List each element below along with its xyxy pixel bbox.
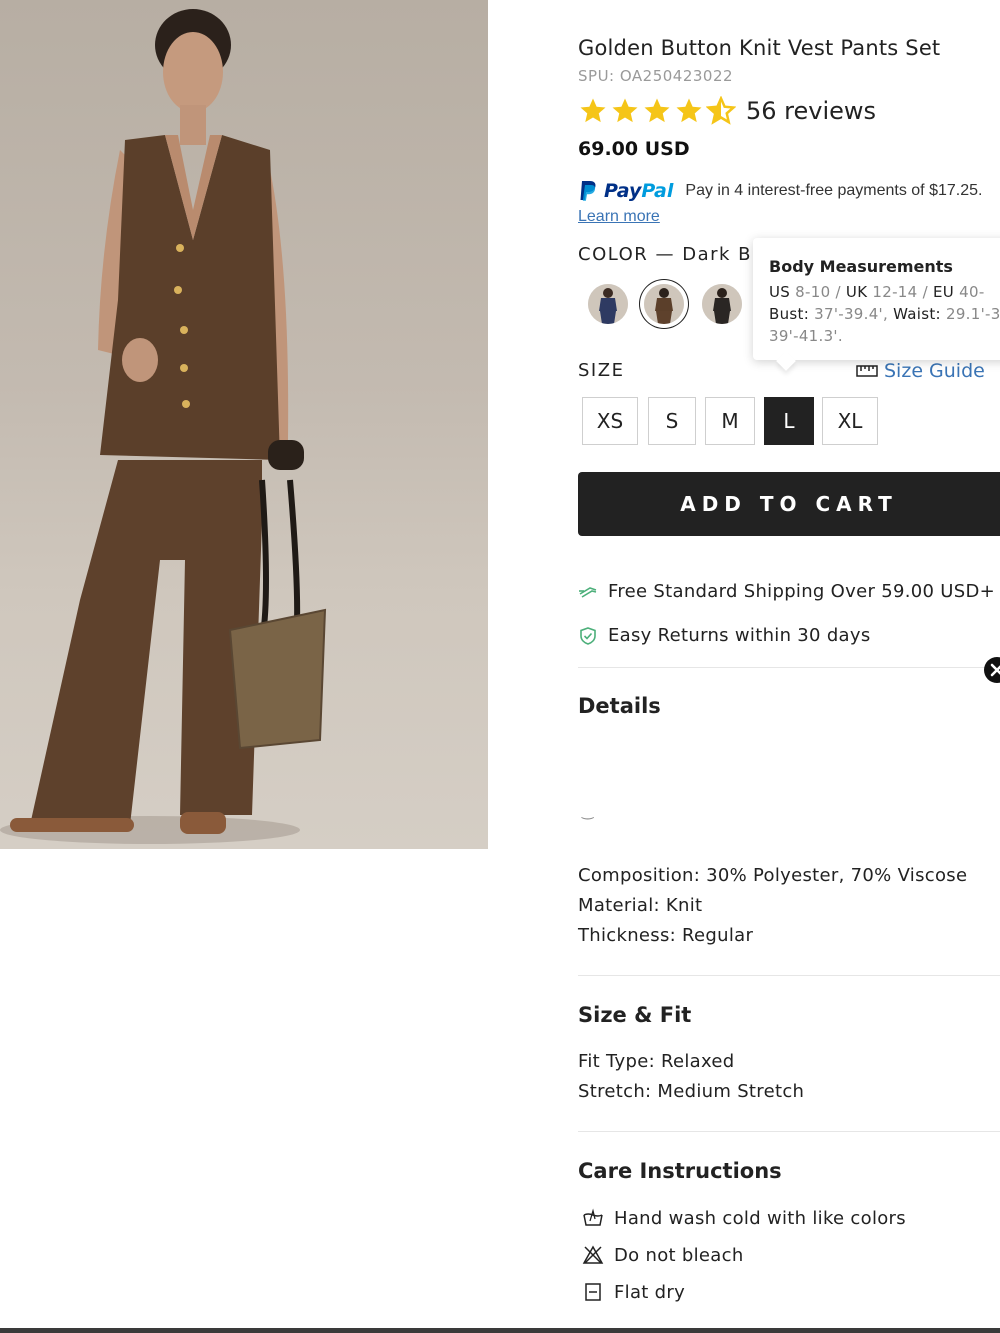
product-image[interactable] (0, 0, 488, 849)
shipping-icon (579, 586, 597, 598)
returns-perk: Easy Returns within 30 days (578, 625, 871, 646)
tooltip-size-conversion: US 8-10 / UK 12-14 / EU 40- (769, 283, 985, 301)
paypal-wordmark-pal: Pal (641, 180, 674, 202)
size-label: SIZE (578, 360, 625, 381)
paypal-installments-text: Pay in 4 interest-free payments of $17.2… (685, 182, 983, 199)
body-measurements-tooltip: Body Measurements US 8-10 / UK 12-14 / E… (753, 238, 1000, 360)
paypal-wordmark-pay: Pay (604, 180, 642, 202)
product-price: 69.00 USD (578, 138, 690, 160)
ruler-icon (856, 365, 878, 377)
section-divider (578, 667, 1000, 668)
tooltip-bust-value: 37'-39.4', (809, 305, 894, 323)
color-label: COLOR — Dark Bro (578, 244, 774, 265)
rating-row[interactable]: 56 reviews (578, 96, 876, 126)
shield-check-icon (580, 626, 596, 645)
color-swatch-dark-brown[interactable] (644, 284, 684, 324)
size-option-l[interactable]: L (764, 397, 814, 445)
add-to-cart-button[interactable]: ADD TO CART (578, 472, 1000, 536)
learn-more-link[interactable]: Learn more (578, 208, 660, 226)
color-swatch-navy[interactable] (588, 284, 628, 324)
care-item-label: Do not bleach (614, 1244, 744, 1266)
product-title: Golden Button Knit Vest Pants Set (578, 36, 941, 60)
tooltip-waist-label: Waist: (893, 305, 941, 323)
tooltip-measurements: Bust: 37'-39.4', Waist: 29.1'-3 (769, 305, 1000, 323)
tooltip-eu-value: 40- (954, 283, 985, 301)
swatch-thumbnail (588, 284, 628, 324)
tooltip-bust-label: Bust: (769, 305, 810, 323)
model-illustration (0, 9, 327, 844)
size-option-xs[interactable]: XS (582, 397, 638, 445)
size-option-s[interactable]: S (648, 397, 696, 445)
size-guide-label[interactable]: Size Guide (884, 360, 985, 382)
no-bleach-icon (582, 1245, 604, 1264)
tooltip-us-value: 8-10 / (790, 283, 846, 301)
stretch-text: Stretch: Medium Stretch (578, 1081, 805, 1102)
paypal-logo: Pay Pal (578, 179, 673, 203)
product-spu: SPU: OA250423022 (578, 67, 734, 85)
flat-dry-icon (585, 1283, 601, 1301)
care-item-label: Flat dry (614, 1281, 686, 1303)
star-icon (580, 98, 606, 123)
size-option-m[interactable]: M (705, 397, 755, 445)
care-item: Flat dry (582, 1281, 685, 1303)
color-swatch-black[interactable] (702, 284, 742, 324)
swatch-thumbnail (644, 284, 684, 324)
size-option-xl[interactable]: XL (822, 397, 878, 445)
details-heading[interactable]: Details (578, 694, 661, 718)
tooltip-uk-label: UK (845, 283, 868, 301)
tooltip-us-label: US (769, 283, 791, 301)
tooltip-uk-value: 12-14 / (867, 283, 933, 301)
bottom-bar (0, 1328, 1000, 1333)
paypal-message: Pay Pal Pay in 4 interest-free payments o… (578, 179, 982, 203)
care-item-label: Hand wash cold with like colors (614, 1207, 906, 1229)
shipping-text: Free Standard Shipping Over 59.00 USD+ (608, 581, 995, 602)
care-heading[interactable]: Care Instructions (578, 1159, 782, 1183)
star-icon (644, 98, 670, 123)
half-star-icon (706, 96, 736, 125)
fit-type-text: Fit Type: Relaxed (578, 1051, 735, 1072)
reviews-link[interactable]: 56 reviews (746, 97, 876, 125)
stray-mark: ‿ (582, 804, 594, 820)
returns-text: Easy Returns within 30 days (608, 625, 871, 646)
swatch-thumbnail (702, 284, 742, 324)
star-icon (676, 98, 702, 123)
star-icon (612, 98, 638, 123)
section-divider (578, 975, 1000, 976)
size-fit-heading[interactable]: Size & Fit (578, 1003, 691, 1027)
care-item: Hand wash cold with like colors (582, 1207, 906, 1229)
section-divider (578, 1131, 1000, 1132)
product-info-panel: Golden Button Knit Vest Pants Set SPU: O… (578, 0, 1000, 1333)
tooltip-heading: Body Measurements (769, 257, 953, 276)
tooltip-hips: 39'-41.3'. (769, 327, 843, 345)
tooltip-waist-value: 29.1'-3 (940, 305, 1000, 323)
tooltip-eu-label: EU (933, 283, 955, 301)
close-x-glyph (990, 663, 1000, 677)
shipping-perk: Free Standard Shipping Over 59.00 USD+ (578, 581, 995, 602)
close-icon[interactable] (984, 657, 1000, 683)
composition-text: Composition: 30% Polyester, 70% Viscose (578, 865, 968, 886)
material-text: Material: Knit (578, 895, 703, 916)
paypal-p-icon (580, 181, 596, 201)
care-item: Do not bleach (582, 1244, 744, 1266)
size-guide-link[interactable]: Size Guide (856, 360, 985, 382)
thickness-text: Thickness: Regular (578, 925, 754, 946)
hand-wash-icon (583, 1208, 603, 1226)
